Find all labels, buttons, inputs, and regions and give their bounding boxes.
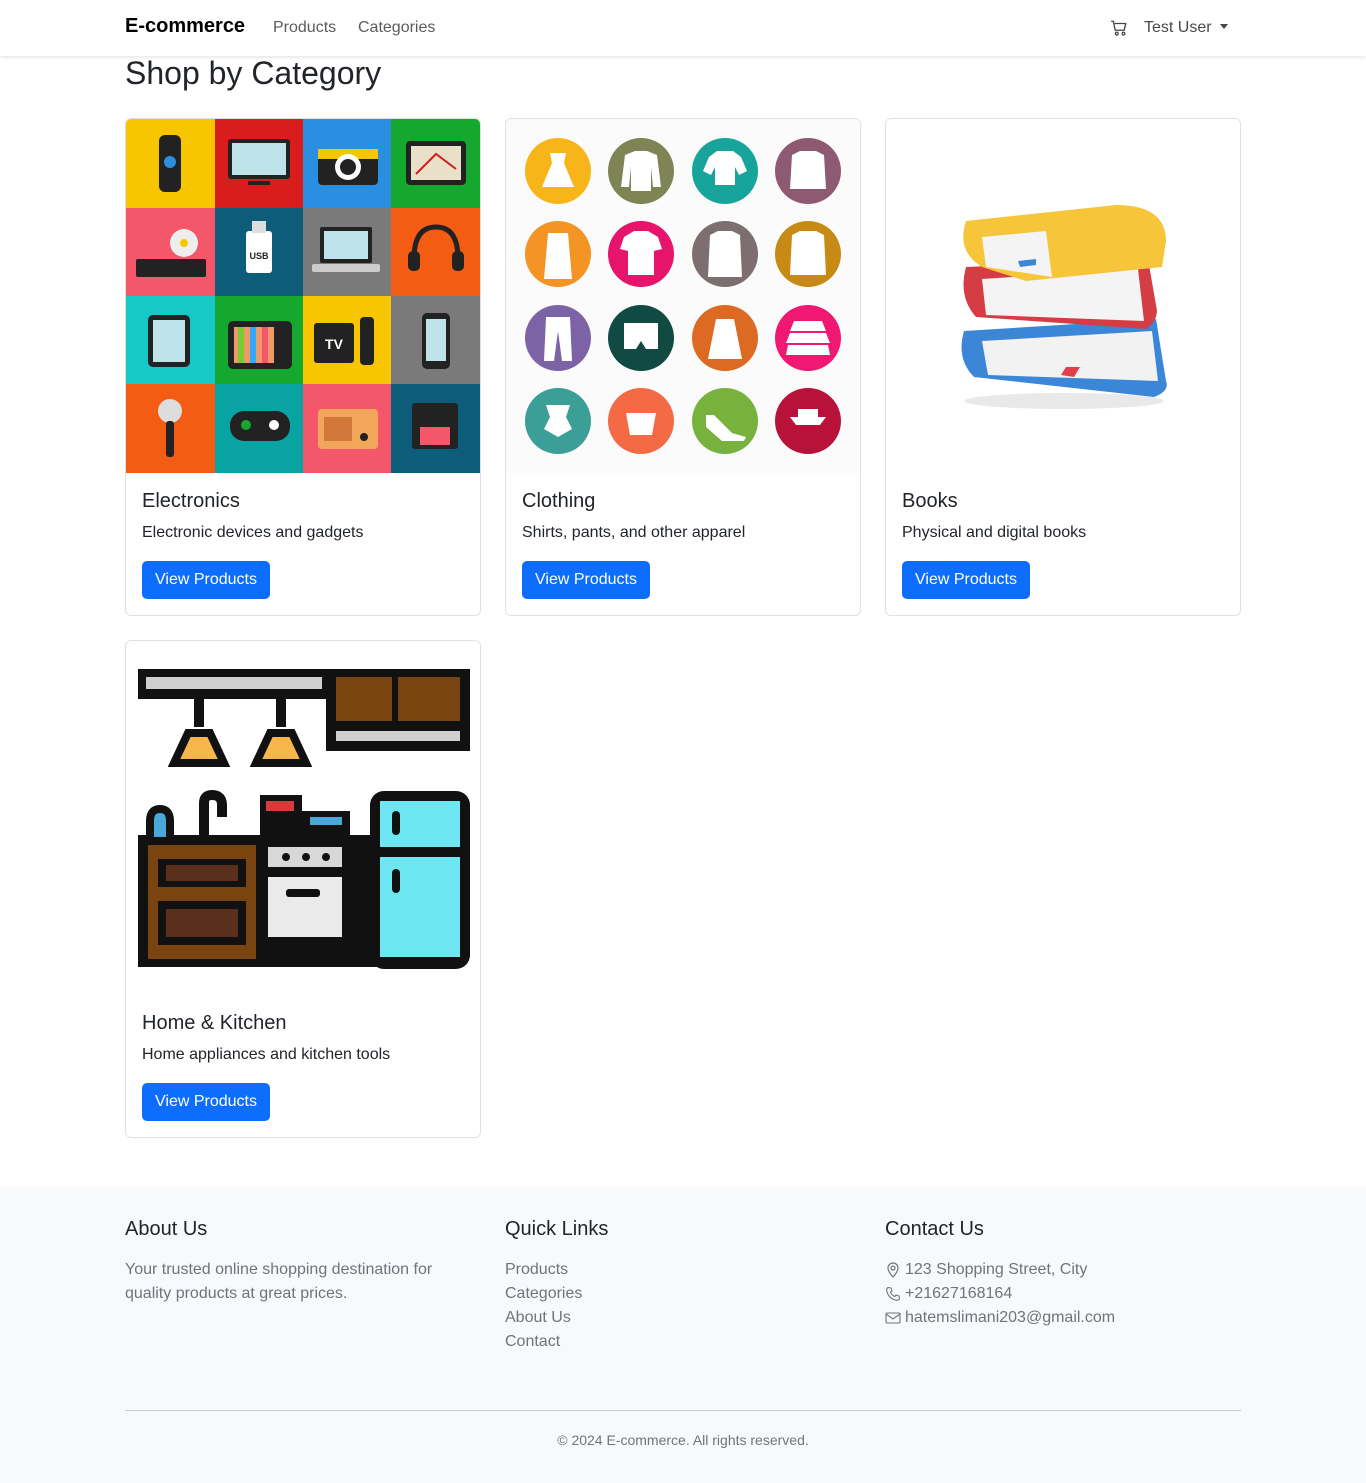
card-text-electronics: Electronic devices and gadgets [142, 524, 364, 541]
footer-phone: +21627168164 [885, 1285, 1012, 1303]
envelope-icon [885, 1312, 901, 1324]
card-text-books: Physical and digital books [902, 524, 1087, 541]
nav-link-categories[interactable]: Categories [358, 19, 435, 37]
cart-icon[interactable] [1110, 19, 1128, 37]
footer-link-products[interactable]: Products [505, 1261, 568, 1279]
footer-phone-text: +21627168164 [905, 1285, 1013, 1302]
footer-address: 123 Shopping Street, City [885, 1261, 1087, 1279]
footer-link-contact[interactable]: Contact [505, 1333, 560, 1351]
footer-link-about[interactable]: About Us [505, 1309, 571, 1327]
card-text-clothing: Shirts, pants, and other apparel [522, 524, 746, 541]
location-pin-icon [887, 1262, 899, 1278]
view-products-button-home-kitchen[interactable]: View Products [142, 1083, 270, 1121]
user-menu-dropdown[interactable]: Test User [1144, 19, 1228, 37]
phone-icon [886, 1286, 901, 1301]
card-text-home-kitchen: Home appliances and kitchen tools [142, 1046, 391, 1063]
navbar: E-commerce Products Categories Test User [0, 0, 1366, 56]
footer-address-text: 123 Shopping Street, City [905, 1261, 1088, 1278]
footer-link-categories[interactable]: Categories [505, 1285, 582, 1303]
clothing-image [506, 119, 860, 473]
electronics-image: USB TV [126, 119, 480, 473]
category-card-books: Books Physical and digital books View Pr… [885, 118, 1241, 616]
books-stack-icon [886, 119, 1240, 473]
card-title-books: Books [902, 490, 958, 512]
brand-logo[interactable]: E-commerce [125, 15, 245, 38]
view-products-button-electronics[interactable]: View Products [142, 561, 270, 599]
category-card-home-kitchen: Home & Kitchen Home appliances and kitch… [125, 640, 481, 1138]
footer-divider [125, 1410, 1241, 1411]
chevron-down-icon [1219, 24, 1228, 29]
page-title: Shop by Category [125, 55, 382, 91]
footer-contact-heading: Contact Us [885, 1218, 984, 1240]
category-card-electronics: USB TV Electronics Electronic devices an… [125, 118, 481, 616]
view-products-button-clothing[interactable]: View Products [522, 561, 650, 599]
home-kitchen-image [126, 641, 480, 995]
footer-about-text-line1: Your trusted online shopping destination… [125, 1261, 433, 1278]
electronics-collage-icon: USB TV [126, 119, 480, 473]
nav-link-products[interactable]: Products [273, 19, 336, 37]
footer-about-heading: About Us [125, 1218, 208, 1240]
footer-email-text: hatemslimani203@gmail.com [905, 1309, 1116, 1326]
usb-label: USB [249, 251, 269, 261]
card-title-home-kitchen: Home & Kitchen [142, 1012, 287, 1034]
footer-links-heading: Quick Links [505, 1218, 609, 1240]
clothing-icons-grid [506, 119, 860, 473]
footer: About Us Your trusted online shopping de… [0, 1186, 1366, 1483]
books-image [886, 119, 1240, 473]
tv-label: TV [325, 336, 344, 352]
footer-about-text-line2: quality products at great prices. [125, 1285, 348, 1302]
footer-copyright: © 2024 E-commerce. All rights reserved. [557, 1432, 809, 1448]
category-card-clothing: Clothing Shirts, pants, and other appare… [505, 118, 861, 616]
card-title-electronics: Electronics [142, 490, 240, 512]
view-products-button-books[interactable]: View Products [902, 561, 1030, 599]
kitchen-illustration-icon [126, 641, 480, 995]
card-title-clothing: Clothing [522, 490, 596, 512]
footer-email: hatemslimani203@gmail.com [885, 1309, 1115, 1327]
user-name: Test User [1144, 19, 1212, 36]
